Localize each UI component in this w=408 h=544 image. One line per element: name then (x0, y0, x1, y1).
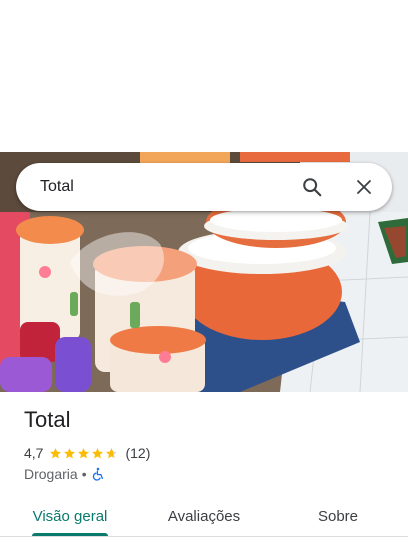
star-icon (50, 447, 62, 458)
star-icon (92, 447, 104, 458)
tab-avaliacoes[interactable]: Avaliações (140, 496, 268, 536)
search-icon (303, 178, 322, 197)
tab-label: Sobre (317, 507, 359, 525)
top-blank-area (0, 0, 408, 152)
wheelchair-icon (91, 467, 105, 481)
search-query-text[interactable]: Total (40, 178, 292, 196)
star-icon (106, 447, 118, 458)
search-bar[interactable]: Total (16, 163, 392, 211)
place-title: Total (24, 407, 71, 432)
star-icon (78, 447, 90, 458)
tab-label: Visão geral (32, 507, 108, 525)
tab-label: Avaliações (167, 507, 241, 525)
rating-row[interactable]: 4,7 (12) (24, 444, 150, 462)
close-icon (357, 180, 371, 194)
search-button[interactable] (292, 167, 332, 207)
place-tabs: Visão geral Avaliações Sobre (0, 496, 408, 536)
clear-search-button[interactable] (344, 167, 384, 207)
place-category: Drogaria (24, 466, 78, 482)
rating-stars (49, 447, 119, 460)
star-icon (64, 447, 76, 458)
rating-value: 4,7 (24, 445, 44, 461)
review-count: (12) (125, 445, 151, 461)
category-row: Drogaria • (24, 465, 105, 483)
separator-dot: • (81, 466, 87, 482)
tab-sobre[interactable]: Sobre (268, 496, 408, 536)
tabs-divider (0, 536, 408, 537)
tab-visao-geral[interactable]: Visão geral (0, 496, 140, 536)
